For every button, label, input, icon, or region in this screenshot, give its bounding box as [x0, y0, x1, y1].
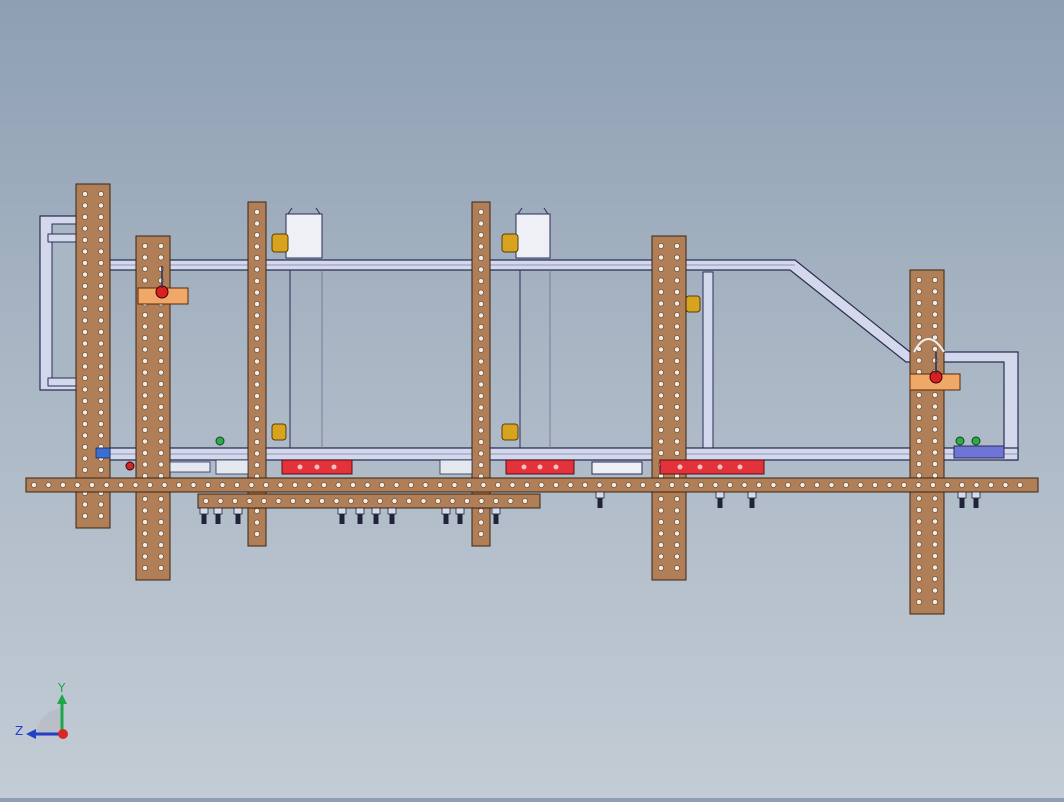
- horizontal-bar: [197, 493, 541, 509]
- bolt: [971, 491, 981, 508]
- fixture-assembly-drawing: Y Z: [15, 183, 1039, 739]
- bolt: [455, 507, 465, 524]
- horizontal-bars: [25, 477, 1039, 509]
- axis-y-label: Y: [57, 681, 66, 695]
- bolt: [595, 491, 605, 508]
- bolt: [441, 507, 451, 524]
- bolt: [337, 507, 347, 524]
- cad-viewport[interactable]: Y Z: [0, 0, 1064, 798]
- bolt: [233, 507, 243, 524]
- bolt: [387, 507, 397, 524]
- bolt: [491, 507, 501, 524]
- bolt: [715, 491, 725, 508]
- vertical-bar: [75, 183, 111, 529]
- axis-triad: [26, 694, 68, 739]
- top-rail: [105, 259, 1019, 461]
- vertical-post: [702, 271, 714, 449]
- horizontal-bar: [25, 477, 1039, 493]
- bolt: [355, 507, 365, 524]
- vertical-bar: [651, 235, 687, 581]
- bolt: [747, 491, 757, 508]
- bolt: [371, 507, 381, 524]
- axis-z-label: Z: [15, 724, 23, 738]
- red-locator-blocks: [281, 459, 765, 475]
- bolt: [957, 491, 967, 508]
- vertical-bar: [909, 269, 945, 615]
- bolt: [199, 507, 209, 524]
- bolt: [213, 507, 223, 524]
